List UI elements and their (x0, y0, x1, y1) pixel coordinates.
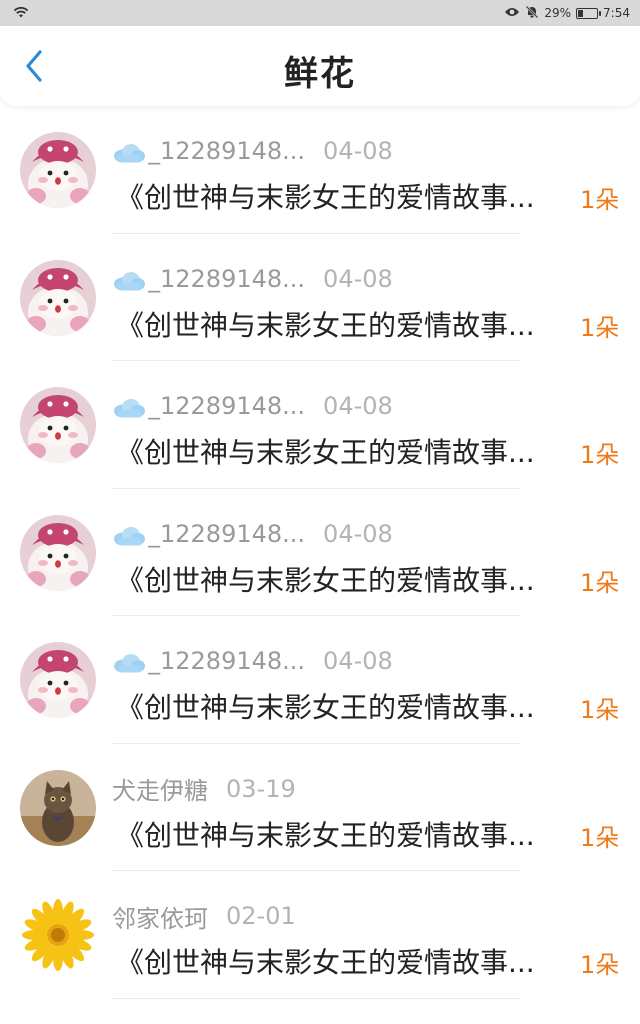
date: 04-08 (323, 392, 393, 420)
flower-count: 1朵 (580, 951, 620, 979)
eye-icon (504, 6, 520, 21)
list-item[interactable]: _12289148... 04-08 《创世神与末影女王的爱情故事... 1朵 (0, 489, 640, 616)
name-row: _12289148... 04-08 (112, 519, 393, 549)
date: 04-08 (323, 519, 393, 548)
avatar[interactable] (20, 642, 96, 718)
status-bar: 29% 7:54 (0, 0, 640, 26)
message-text[interactable]: 《创世神与末影女王的爱情故事... (116, 306, 581, 346)
username[interactable]: _12289148... (148, 647, 305, 675)
cloud-icon (112, 651, 146, 673)
wifi-icon (12, 4, 30, 24)
flower-count: 1朵 (580, 696, 620, 724)
username[interactable]: 邻家依珂 (112, 899, 208, 934)
avatar[interactable] (20, 132, 96, 208)
flower-count: 1朵 (580, 568, 620, 597)
name-row: _12289148... 04-08 (112, 136, 393, 166)
battery-level (578, 9, 584, 17)
username[interactable]: _12289148... (148, 265, 305, 293)
name-row: 邻家依珂 02-01 (112, 899, 296, 934)
flower-count: 1朵 (580, 313, 620, 342)
clock: 7:54 (603, 6, 630, 20)
avatar[interactable] (20, 769, 96, 846)
flower-count: 1朵 (580, 441, 620, 469)
cloud-icon (112, 524, 146, 545)
username[interactable]: _12289148... (148, 392, 305, 420)
battery-icon (576, 7, 602, 19)
avatar[interactable] (20, 259, 96, 336)
mute-bell-icon (525, 5, 539, 22)
username[interactable]: _12289148... (148, 137, 305, 165)
message-text[interactable]: 《创世神与末影女王的爱情故事... (116, 433, 581, 473)
avatar[interactable] (20, 897, 96, 973)
date: 04-08 (323, 647, 393, 675)
cloud-icon (112, 141, 146, 163)
username[interactable]: _12289148... (148, 520, 305, 548)
cloud-icon (112, 396, 146, 418)
date: 03-19 (226, 774, 296, 803)
name-row: _12289148... 04-08 (112, 391, 393, 421)
date: 04-08 (323, 264, 393, 293)
list-item[interactable]: 邻家依珂 02-01 《创世神与末影女王的爱情故事... 1朵 (0, 871, 640, 999)
name-row: _12289148... 04-08 (112, 264, 393, 294)
name-row: _12289148... 04-08 (112, 646, 393, 676)
date: 02-01 (226, 902, 296, 930)
name-row: 犬走伊糖 03-19 (112, 771, 296, 806)
list-item[interactable]: _12289148... 04-08 《创世神与末影女王的爱情故事... 1朵 (0, 616, 640, 744)
message-text[interactable]: 《创世神与末影女王的爱情故事... (116, 943, 581, 983)
avatar[interactable] (20, 387, 96, 463)
flower-count: 1朵 (580, 823, 620, 852)
message-text[interactable]: 《创世神与末影女王的爱情故事... (116, 688, 581, 728)
list-item[interactable]: _12289148... 04-08 《创世神与末影女王的爱情故事... 1朵 (0, 361, 640, 489)
avatar[interactable] (20, 514, 96, 591)
username[interactable]: 犬走伊糖 (112, 771, 208, 806)
message-text[interactable]: 《创世神与末影女王的爱情故事... (116, 178, 581, 218)
page-title: 鲜花 (284, 54, 356, 94)
list-item[interactable]: _12289148... 04-08 《创世神与末影女王的爱情故事... 1朵 (0, 106, 640, 234)
message-text[interactable]: 《创世神与末影女王的爱情故事... (116, 561, 581, 601)
date: 04-08 (323, 137, 393, 165)
flower-count: 1朵 (580, 186, 620, 214)
battery-percent: 29% (544, 6, 572, 20)
header-bar: 鲜花 (0, 26, 640, 106)
message-text[interactable]: 《创世神与末影女王的爱情故事... (116, 816, 581, 856)
list-item[interactable]: _12289148... 04-08 《创世神与末影女王的爱情故事... 1朵 (0, 234, 640, 361)
divider (112, 997, 520, 999)
cloud-icon (112, 269, 146, 290)
list-item[interactable]: 犬走伊糖 03-19 《创世神与末影女王的爱情故事... 1朵 (0, 744, 640, 871)
flower-list: _12289148... 04-08 《创世神与末影女王的爱情故事... 1朵 _122… (0, 106, 640, 999)
